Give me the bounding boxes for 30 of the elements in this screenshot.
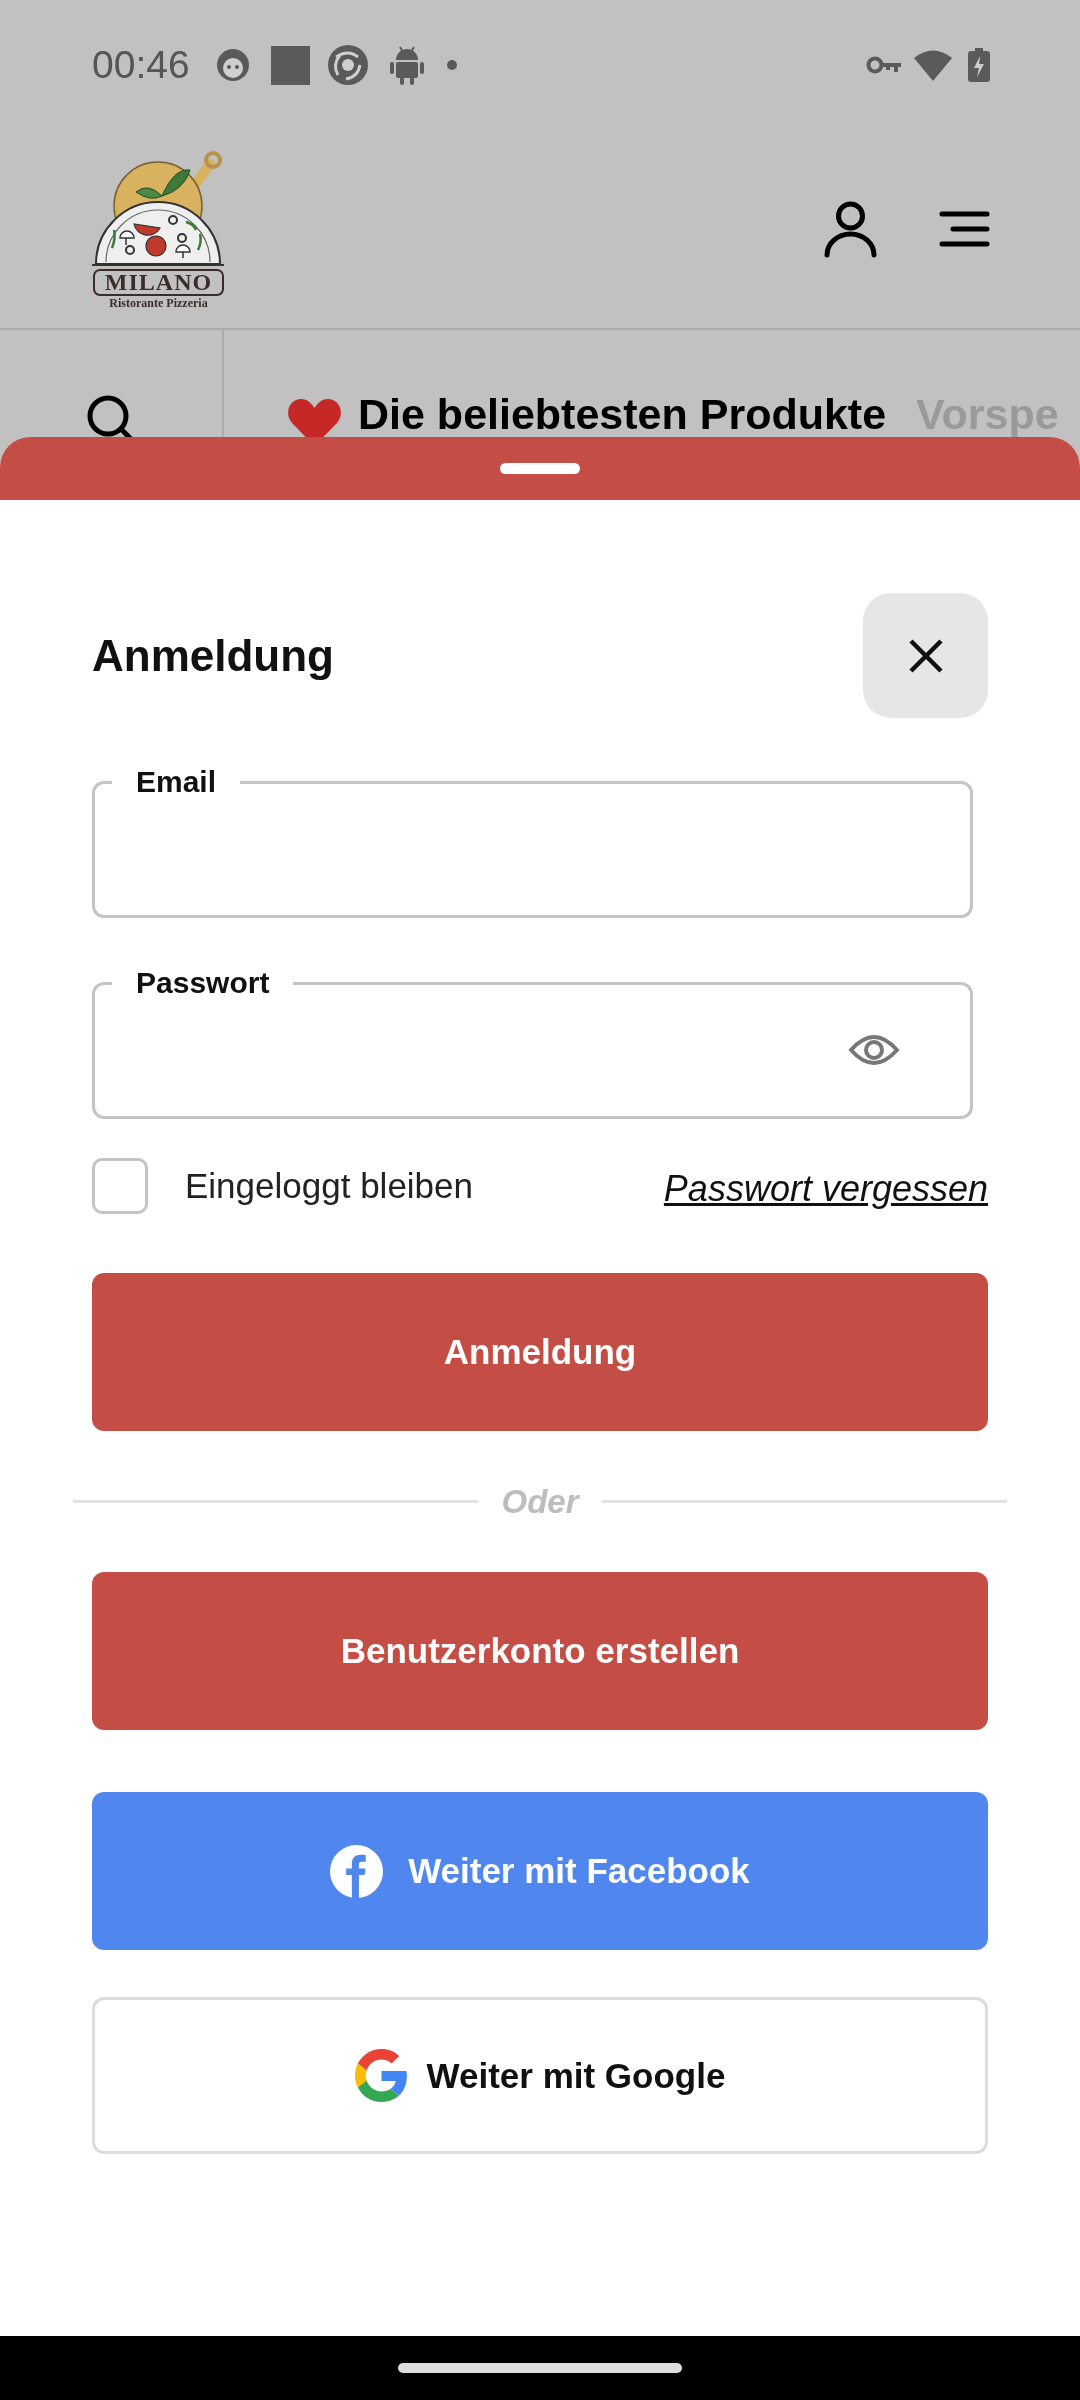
forgot-password-link[interactable]: Passwort vergessen — [663, 1167, 988, 1210]
remember-checkbox[interactable] — [92, 1158, 148, 1214]
close-icon — [908, 638, 943, 673]
login-button[interactable]: Anmeldung — [92, 1273, 988, 1431]
logo-tagline: Ristorante Pizzeria — [109, 297, 208, 310]
social-login-button[interactable]: Weiter mit Google — [92, 1997, 988, 2154]
home-handle[interactable] — [398, 2363, 682, 2373]
checkbox-label[interactable]: Eingeloggt bleiben — [185, 1166, 473, 1206]
divider-label: Oder — [501, 1482, 579, 1521]
drag-handle[interactable] — [500, 463, 580, 474]
square-icon — [270, 45, 310, 85]
robot-icon — [389, 45, 424, 85]
logo-name: MILANO — [92, 269, 225, 296]
sheet-title: Anmeldung — [92, 630, 334, 681]
search-icon[interactable] — [86, 394, 134, 437]
user-icon[interactable] — [824, 201, 877, 258]
category-tab[interactable]: Die beliebtesten Produkte — [287, 391, 887, 437]
close-button[interactable] — [863, 593, 988, 718]
wifi-icon — [914, 49, 952, 81]
register-button[interactable]: Benutzerkonto erstellen — [92, 1572, 988, 1730]
g-logo-icon — [354, 2049, 408, 2102]
battery-icon — [968, 48, 990, 82]
f-logo-icon — [330, 1844, 384, 1898]
aperture-icon — [327, 45, 368, 85]
key-icon — [866, 56, 901, 74]
face-icon — [215, 48, 250, 82]
status-time: 00:46 — [92, 43, 190, 87]
heart-icon — [287, 398, 342, 437]
dot-icon — [446, 60, 457, 70]
menu-icon[interactable] — [939, 211, 990, 247]
